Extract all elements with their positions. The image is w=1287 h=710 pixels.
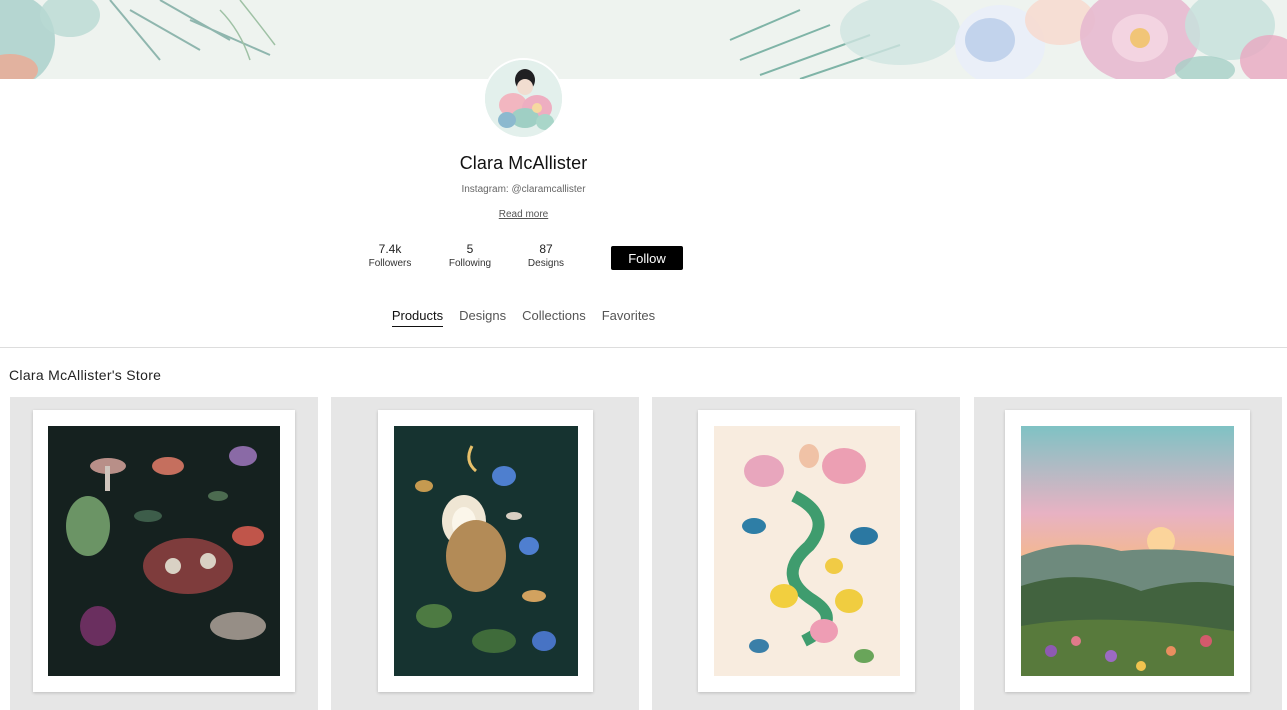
follow-button[interactable]: Follow — [611, 246, 683, 270]
print-frame — [698, 410, 915, 692]
print-frame — [33, 410, 295, 692]
product-image — [714, 426, 900, 676]
avatar-image — [485, 60, 562, 137]
print-frame — [1005, 410, 1250, 692]
print-frame — [378, 410, 593, 692]
stat-designs-value: 87 — [539, 242, 553, 256]
stat-followers[interactable]: 7.4k Followers — [355, 242, 425, 269]
product-card[interactable] — [331, 397, 639, 710]
product-image — [394, 426, 578, 676]
product-card[interactable] — [974, 397, 1282, 710]
read-more-link[interactable]: Read more — [499, 209, 548, 220]
floral-banner-image — [0, 0, 1287, 79]
stat-followers-value: 7.4k — [378, 242, 402, 256]
stat-designs[interactable]: 87 Designs — [511, 242, 581, 269]
avatar[interactable] — [483, 58, 564, 139]
profile-name: Clara McAllister — [459, 153, 588, 173]
stat-following-label: Following — [448, 258, 492, 269]
product-image — [48, 426, 280, 676]
stat-followers-label: Followers — [368, 258, 412, 269]
tab-designs[interactable]: Designs — [459, 308, 506, 327]
profile-tabs: Products Designs Collections Favorites — [0, 308, 1047, 327]
read-more-link-wrap: Read more — [0, 209, 1047, 220]
profile-bio: Instagram: @claramcallister — [461, 184, 586, 195]
product-image — [1021, 426, 1234, 676]
tab-collections[interactable]: Collections — [522, 308, 586, 327]
stat-designs-label: Designs — [527, 258, 565, 269]
stat-following-value: 5 — [466, 242, 474, 256]
product-card[interactable] — [652, 397, 960, 710]
section-divider — [0, 347, 1287, 348]
product-card[interactable] — [10, 397, 318, 710]
store-title: Clara McAllister's Store — [9, 367, 162, 383]
tab-products[interactable]: Products — [391, 308, 444, 327]
profile-banner — [0, 0, 1287, 79]
tab-favorites[interactable]: Favorites — [602, 308, 655, 327]
stat-following[interactable]: 5 Following — [435, 242, 505, 269]
